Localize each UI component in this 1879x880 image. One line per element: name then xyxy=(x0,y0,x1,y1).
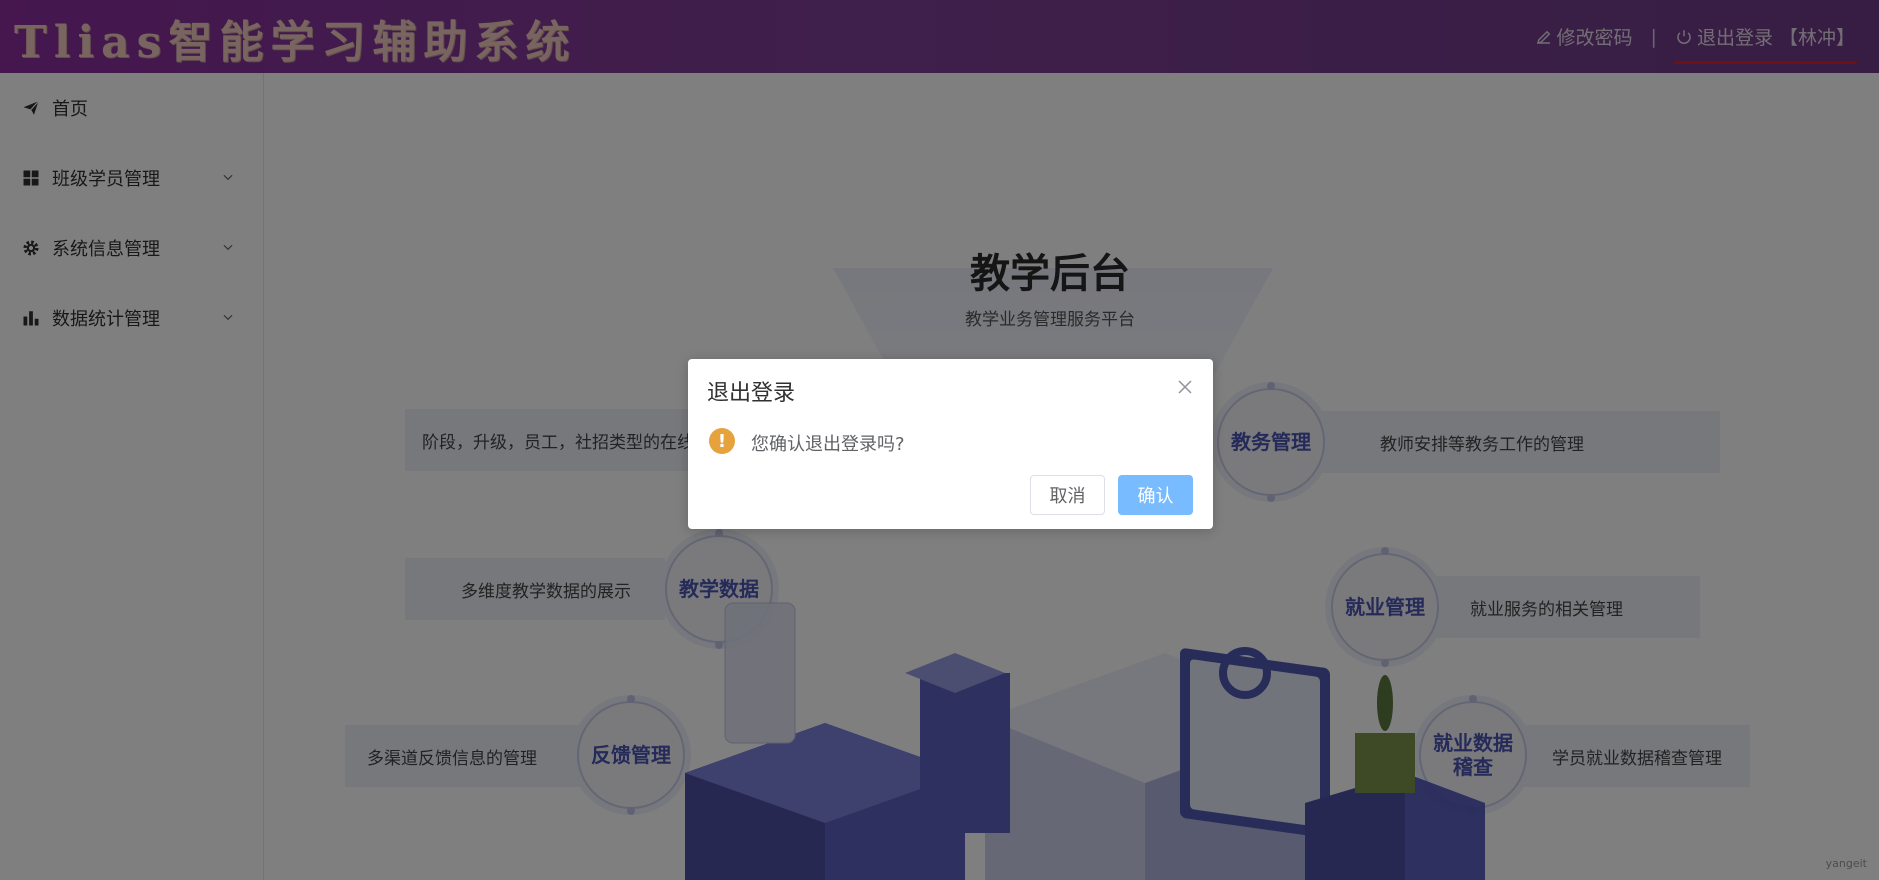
dialog-title: 退出登录 xyxy=(707,381,796,406)
dialog-message: 您确认退出登录吗? xyxy=(751,434,905,455)
confirm-button[interactable]: 确认 xyxy=(1118,475,1193,515)
warning-icon: ! xyxy=(709,428,735,454)
cancel-button[interactable]: 取消 xyxy=(1030,475,1105,515)
close-icon[interactable] xyxy=(1177,379,1193,395)
logout-confirm-dialog: 退出登录 ! 您确认退出登录吗? 取消 确认 xyxy=(688,359,1213,529)
